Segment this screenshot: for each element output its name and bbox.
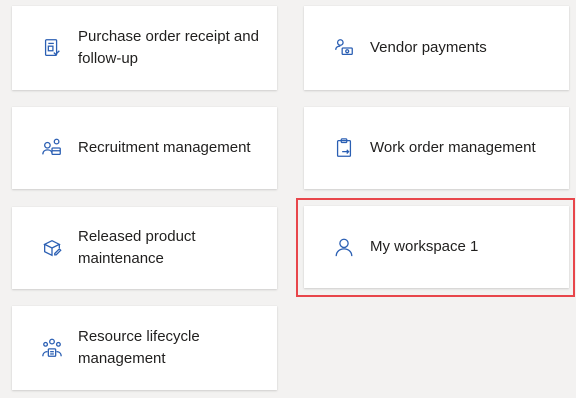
tile-label: Purchase order receipt and follow-up: [78, 28, 259, 67]
purchase-order-icon: [40, 36, 64, 60]
tile-resource-lifecycle-management[interactable]: Resource lifecycle management: [12, 306, 277, 390]
tile-label: Resource lifecycle management: [78, 328, 200, 367]
tile-label: Vendor payments: [370, 39, 487, 56]
tile-label: Released product maintenance: [78, 228, 196, 267]
tile-released-product-maintenance[interactable]: Released product maintenance: [12, 207, 277, 289]
clipboard-icon: [332, 136, 356, 160]
tile-label: Recruitment management: [78, 139, 251, 156]
tile-work-order-management[interactable]: Work order management: [304, 107, 569, 189]
tile-recruitment-management[interactable]: Recruitment management: [12, 107, 277, 189]
tile-purchase-order-receipt[interactable]: Purchase order receipt and follow-up: [12, 6, 277, 90]
tile-label: My workspace 1: [370, 238, 479, 255]
vendor-payments-icon: [332, 36, 356, 60]
recruitment-icon: [40, 136, 64, 160]
tile-vendor-payments[interactable]: Vendor payments: [304, 6, 569, 90]
resource-lifecycle-icon: [40, 336, 64, 360]
tile-label: Work order management: [370, 139, 536, 156]
product-box-icon: [40, 236, 64, 260]
person-icon: [332, 235, 356, 259]
tile-my-workspace-1[interactable]: My workspace 1: [304, 206, 569, 288]
